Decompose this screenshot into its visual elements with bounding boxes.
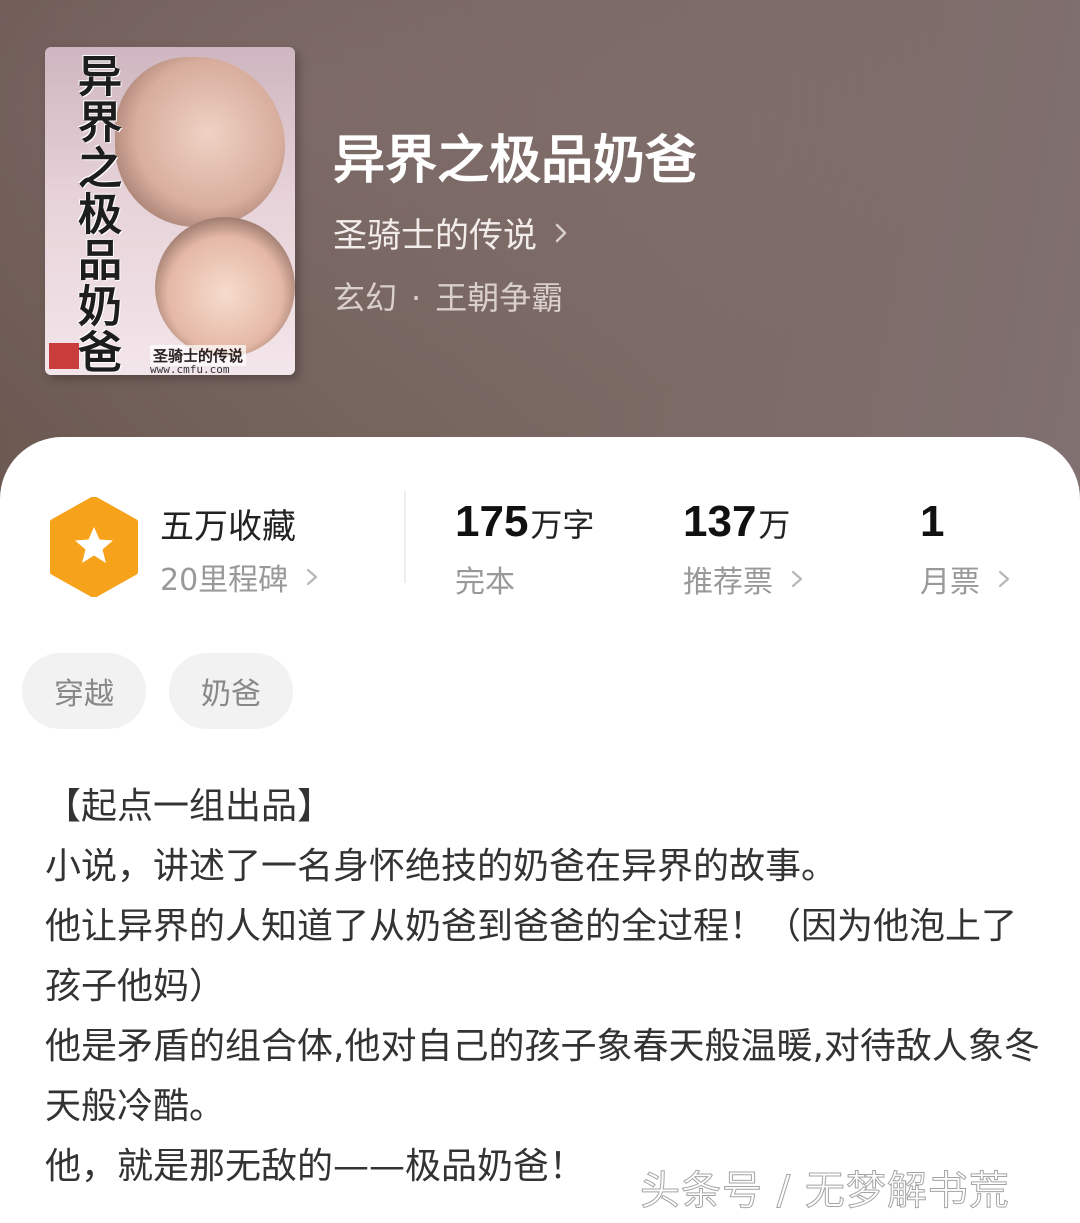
- book-cover-image[interactable]: 异界之极品奶爸 圣骑士的传说 www.cmfu.com: [45, 47, 295, 375]
- stats-divider: [404, 491, 406, 583]
- description-line: 小说，讲述了一名身怀绝技的奶爸在异界的故事。: [45, 846, 838, 887]
- cover-seal: [49, 343, 79, 369]
- recommend-votes-stat[interactable]: 137万 推荐票: [683, 497, 807, 601]
- word-count-stat: 175万字 完本: [455, 497, 594, 601]
- watermark-text: 头条号 / 无梦解书荒: [640, 1168, 1010, 1215]
- chevron-right-icon: [307, 568, 318, 586]
- monthly-votes-label: 月票: [920, 565, 980, 600]
- collection-milestone-title: 五万收藏: [160, 507, 296, 547]
- genre-sub: 王朝争霸: [435, 279, 564, 317]
- recommend-votes-label: 推荐票: [683, 565, 773, 600]
- book-title: 异界之极品奶爸: [333, 130, 698, 191]
- genre-line: 玄幻 · 王朝争霸: [333, 273, 563, 319]
- cover-title-text: 异界之极品奶爸: [70, 53, 121, 375]
- tag-chip[interactable]: 穿越: [22, 653, 146, 729]
- tag-chip[interactable]: 奶爸: [169, 653, 293, 729]
- collection-milestone-subtitle: 20里程碑: [160, 563, 289, 598]
- collection-milestone-link[interactable]: 20里程碑: [160, 555, 322, 599]
- cover-art-man: [115, 57, 285, 227]
- book-description: 【起点一组出品】 小说，讲述了一名身怀绝技的奶爸在异界的故事。 他让异界的人知道…: [45, 777, 1045, 1197]
- description-line: 【起点一组出品】: [45, 786, 334, 827]
- recommend-votes-number: 137: [683, 497, 757, 546]
- tag-list: 穿越 奶爸: [22, 653, 316, 729]
- cover-art-child: [155, 217, 295, 357]
- word-count-unit: 万字: [530, 506, 595, 544]
- author-link[interactable]: 圣骑士的传说: [333, 208, 573, 257]
- chevron-right-icon: [791, 570, 803, 588]
- author-name: 圣骑士的传说: [333, 216, 537, 256]
- word-count-number: 175: [455, 497, 529, 546]
- cover-url-text: www.cmfu.com: [150, 363, 230, 375]
- chevron-right-icon: [998, 570, 1010, 588]
- monthly-votes-number: 1: [920, 497, 945, 546]
- recommend-votes-unit: 万: [758, 506, 791, 544]
- genre-main: 玄幻: [333, 279, 398, 317]
- completion-status: 完本: [455, 565, 515, 600]
- monthly-votes-stat[interactable]: 1 月票: [920, 497, 1014, 601]
- chevron-right-icon: [555, 223, 567, 242]
- stats-row: 五万收藏 20里程碑 175万字 完本 137万 推荐票 1 月票: [0, 491, 1080, 607]
- book-detail-card: 五万收藏 20里程碑 175万字 完本 137万 推荐票 1 月票 穿越 奶爸 …: [0, 437, 1080, 1223]
- description-line: 他是矛盾的组合体,他对自己的孩子象春天般温暖,对待敌人象冬天般冷酷。: [45, 1026, 1040, 1127]
- genre-separator: ·: [411, 279, 422, 317]
- description-line: 他让异界的人知道了从奶爸到爸爸的全过程！（因为他泡上了孩子他妈）: [45, 906, 1018, 1007]
- star-badge-icon: [50, 497, 138, 597]
